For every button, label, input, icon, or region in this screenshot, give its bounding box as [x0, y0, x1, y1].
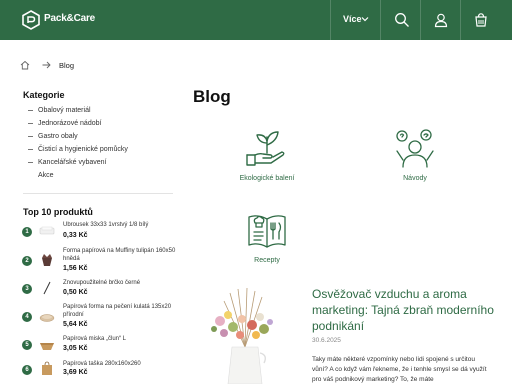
category-item[interactable]: Gastro obaly — [28, 130, 128, 143]
dash-icon — [28, 162, 33, 163]
category-label: Gastro obaly — [38, 133, 78, 140]
rank-badge: 5 — [22, 340, 32, 350]
post-image-diffuser[interactable] — [200, 287, 290, 384]
product-name: Papírová miska „člun“ L — [63, 336, 127, 342]
category-item[interactable]: Čisticí a hygienické pomůcky — [28, 143, 128, 156]
more-menu-button[interactable]: Více — [343, 14, 362, 24]
site-header: Pack&Care Více — [0, 0, 512, 40]
eco-hand-plant-icon — [246, 131, 285, 166]
product-name: Papírová taška 280x160x260 — [63, 361, 141, 367]
dash-icon — [28, 123, 33, 124]
paper-boat-thumbnail — [40, 343, 54, 350]
paper-bag-thumbnail — [42, 361, 52, 375]
blog-category-label: Ekologické balení — [239, 175, 295, 182]
rank-badge: 2 — [22, 256, 32, 266]
product-name: Ubrousek 33x33 1vrstvý 1/8 bílý — [63, 222, 149, 228]
category-item[interactable]: Jednorázové nádobí — [28, 117, 128, 130]
categories-title: Kategorie — [23, 90, 65, 100]
top-products-title: Top 10 produktů — [23, 207, 93, 217]
dash-icon — [28, 136, 33, 137]
cart-icon[interactable] — [473, 12, 489, 28]
home-icon[interactable] — [20, 60, 30, 70]
straw-thumbnail — [43, 281, 51, 295]
product-price: 3,05 Kč — [63, 345, 88, 352]
recipe-book-icon — [248, 215, 286, 248]
post-excerpt: Taky máte některé vzpomínky nebo lidi sp… — [312, 356, 487, 383]
product-price: 0,50 Kč — [63, 289, 88, 296]
dash-icon — [28, 149, 33, 150]
category-item[interactable]: Kancelářské vybavení — [28, 156, 128, 169]
category-label: Jednorázové nádobí — [38, 120, 102, 127]
napkin-thumbnail — [39, 226, 55, 235]
post-title-link[interactable]: Osvěžovač vzduchu a aroma marketing: Taj… — [312, 286, 497, 334]
arrow-right-icon — [42, 61, 51, 69]
header-divider — [330, 0, 331, 40]
header-divider — [420, 0, 421, 40]
page-title: Blog — [193, 87, 231, 106]
breadcrumb-current: Blog — [59, 61, 75, 70]
search-icon[interactable] — [394, 12, 410, 28]
blog-category-guides[interactable]: Návody — [360, 127, 470, 182]
rank-badge: 1 — [22, 227, 32, 237]
rank-badge: 4 — [22, 312, 32, 322]
blog-category-label: Návody — [403, 175, 427, 182]
chevron-down-icon[interactable] — [361, 15, 369, 23]
muffin-form-thumbnail — [42, 254, 52, 266]
category-label: Akce — [38, 172, 54, 179]
header-divider — [380, 0, 381, 40]
category-item[interactable]: Akce — [28, 169, 128, 182]
product-price: 0,33 Kč — [63, 232, 88, 239]
category-item[interactable]: Obalový materiál — [28, 104, 128, 117]
category-label: Kancelářské vybavení — [38, 159, 107, 166]
product-name: Znovupoužitelné brčko černé — [63, 280, 141, 286]
divider — [23, 193, 173, 194]
product-name: Papírová forma na pečení kulatá 135x20 p… — [63, 304, 172, 318]
post-date: 30.6.2025 — [312, 337, 341, 344]
blog-category-label: Recepty — [254, 257, 280, 264]
brand-name[interactable]: Pack&Care — [44, 13, 95, 24]
baking-form-thumbnail — [39, 314, 55, 322]
product-price: 3,69 Kč — [63, 369, 88, 376]
dash-icon — [28, 110, 33, 111]
logo-icon[interactable] — [21, 10, 41, 30]
category-list: Obalový materiál Jednorázové nádobí Gast… — [28, 104, 128, 182]
header-divider — [460, 0, 461, 40]
product-price: 5,64 Kč — [63, 321, 88, 328]
rank-badge: 6 — [22, 365, 32, 375]
category-label: Obalový materiál — [38, 107, 91, 114]
product-name: Forma papírová na Muffiny tulipán 160x50… — [63, 248, 176, 262]
thinking-person-icon — [396, 129, 434, 168]
rank-badge: 3 — [22, 284, 32, 294]
product-price: 1,56 Kč — [63, 265, 88, 272]
category-label: Čisticí a hygienické pomůcky — [38, 146, 128, 153]
blog-category-eco[interactable]: Ekologické balení — [212, 127, 322, 182]
user-icon[interactable] — [433, 12, 449, 28]
blog-category-recipes[interactable]: Recepty — [212, 209, 322, 264]
